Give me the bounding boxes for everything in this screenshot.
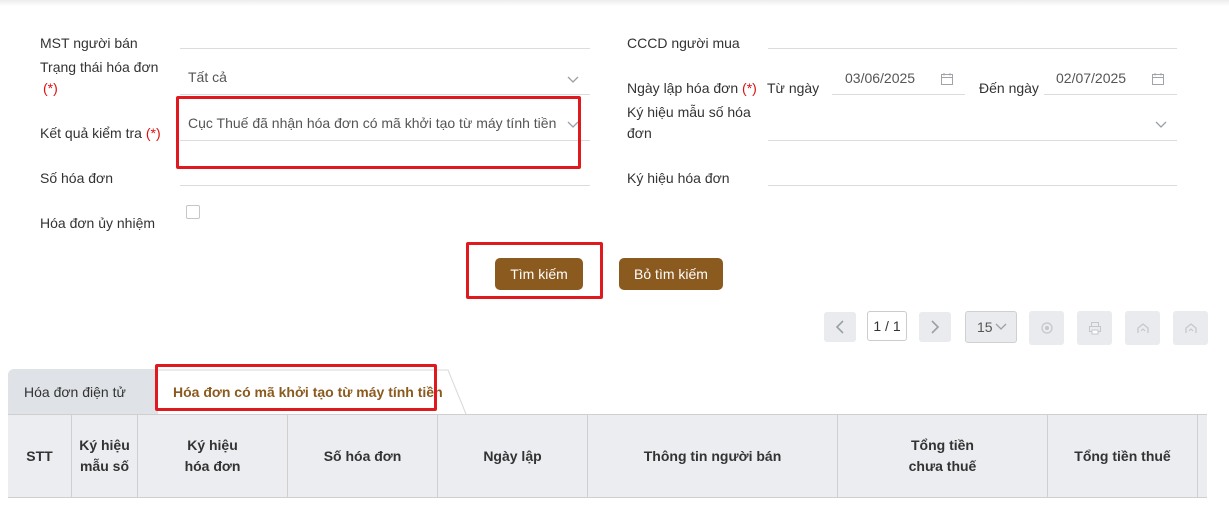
issue-date-label: Ngày lập hóa đơn (*) [627,80,757,96]
symbol-label: Ký hiệu hóa đơn [627,170,730,186]
prev-page-button[interactable] [824,312,856,342]
col-tax-total: Tổng tiền thuế [1048,415,1198,497]
page-indicator: 1 / 1 [867,311,907,341]
chevron-left-icon [835,320,844,334]
col-seller-info: Thông tin người bán [588,415,838,497]
authorized-label: Hóa đơn ủy nhiệm [40,215,156,231]
symbol-input[interactable] [768,185,1177,186]
status-select[interactable]: Tất cả [180,66,590,96]
from-date-value: 03/06/2025 [845,70,916,86]
from-date-picker[interactable]: 03/06/2025 [832,66,965,96]
col-stt: STT [8,415,72,497]
next-page-button[interactable] [919,312,951,342]
tab-electronic-invoice-label: Hóa đơn điện tử [24,384,126,400]
table-header: STT Ký hiệu mẫu số Ký hiệu hóa đơn Số hóa … [8,414,1207,498]
print-icon [1088,322,1101,335]
col-subtotal: Tổng tiền chưa thuế [838,415,1048,497]
template-label-line2: đơn [627,125,652,141]
buyer-id-label: CCCD người mua [627,35,740,51]
col-issue-date: Ngày lập [438,415,588,497]
highlight-check-result [176,96,581,169]
template-select[interactable] [768,110,1177,142]
issue-date-required-mark: (*) [742,80,757,96]
calendar-icon [1152,73,1164,85]
template-label-line1: Ký hiệu mẫu số hóa [627,104,751,120]
chevron-down-icon [1155,121,1167,128]
export-detail-icon [1184,323,1197,333]
seller-tax-input[interactable] [180,48,590,49]
calendar-icon [941,73,953,85]
clear-search-button[interactable]: Bỏ tìm kiếm [619,258,723,290]
highlight-active-tab [155,364,437,411]
col-symbol: Ký hiệu hóa đơn [138,415,288,497]
status-label: Trạng thái hóa đơn [40,59,159,75]
chevron-down-icon [567,76,579,83]
export-detail-button[interactable] [1173,311,1208,345]
to-date-picker[interactable]: 02/07/2025 [1044,66,1177,96]
authorized-checkbox[interactable] [186,205,200,219]
highlight-search-button [466,242,603,299]
page-size-value: 15 [977,319,993,335]
col-template: Ký hiệu mẫu số [72,415,138,497]
col-invoice-number: Số hóa đơn [288,415,438,497]
top-shadow [0,0,1229,6]
check-result-required-mark: (*) [145,125,161,141]
from-date-label: Từ ngày [767,80,820,96]
view-button[interactable] [1029,311,1064,345]
chevron-right-icon [931,320,940,334]
status-select-value: Tất cả [188,69,227,85]
print-button[interactable] [1077,311,1112,345]
buyer-id-input[interactable] [768,48,1177,49]
to-date-label: Đến ngày [979,80,1039,96]
chevron-down-icon [995,323,1007,330]
check-result-label: Kết quả kiểm tra (*) [40,125,161,141]
view-icon [1040,322,1053,334]
tab-electronic-invoice[interactable]: Hóa đơn điện tử [8,369,158,414]
export-icon [1136,323,1149,333]
page-size-select[interactable]: 15 [965,311,1017,343]
status-required-mark: (*) [43,80,58,96]
seller-tax-label: MST người bán [40,35,138,51]
invoice-number-label: Số hóa đơn [40,170,114,186]
invoice-number-input[interactable] [180,185,590,186]
export-button[interactable] [1125,311,1160,345]
to-date-value: 02/07/2025 [1056,70,1127,86]
